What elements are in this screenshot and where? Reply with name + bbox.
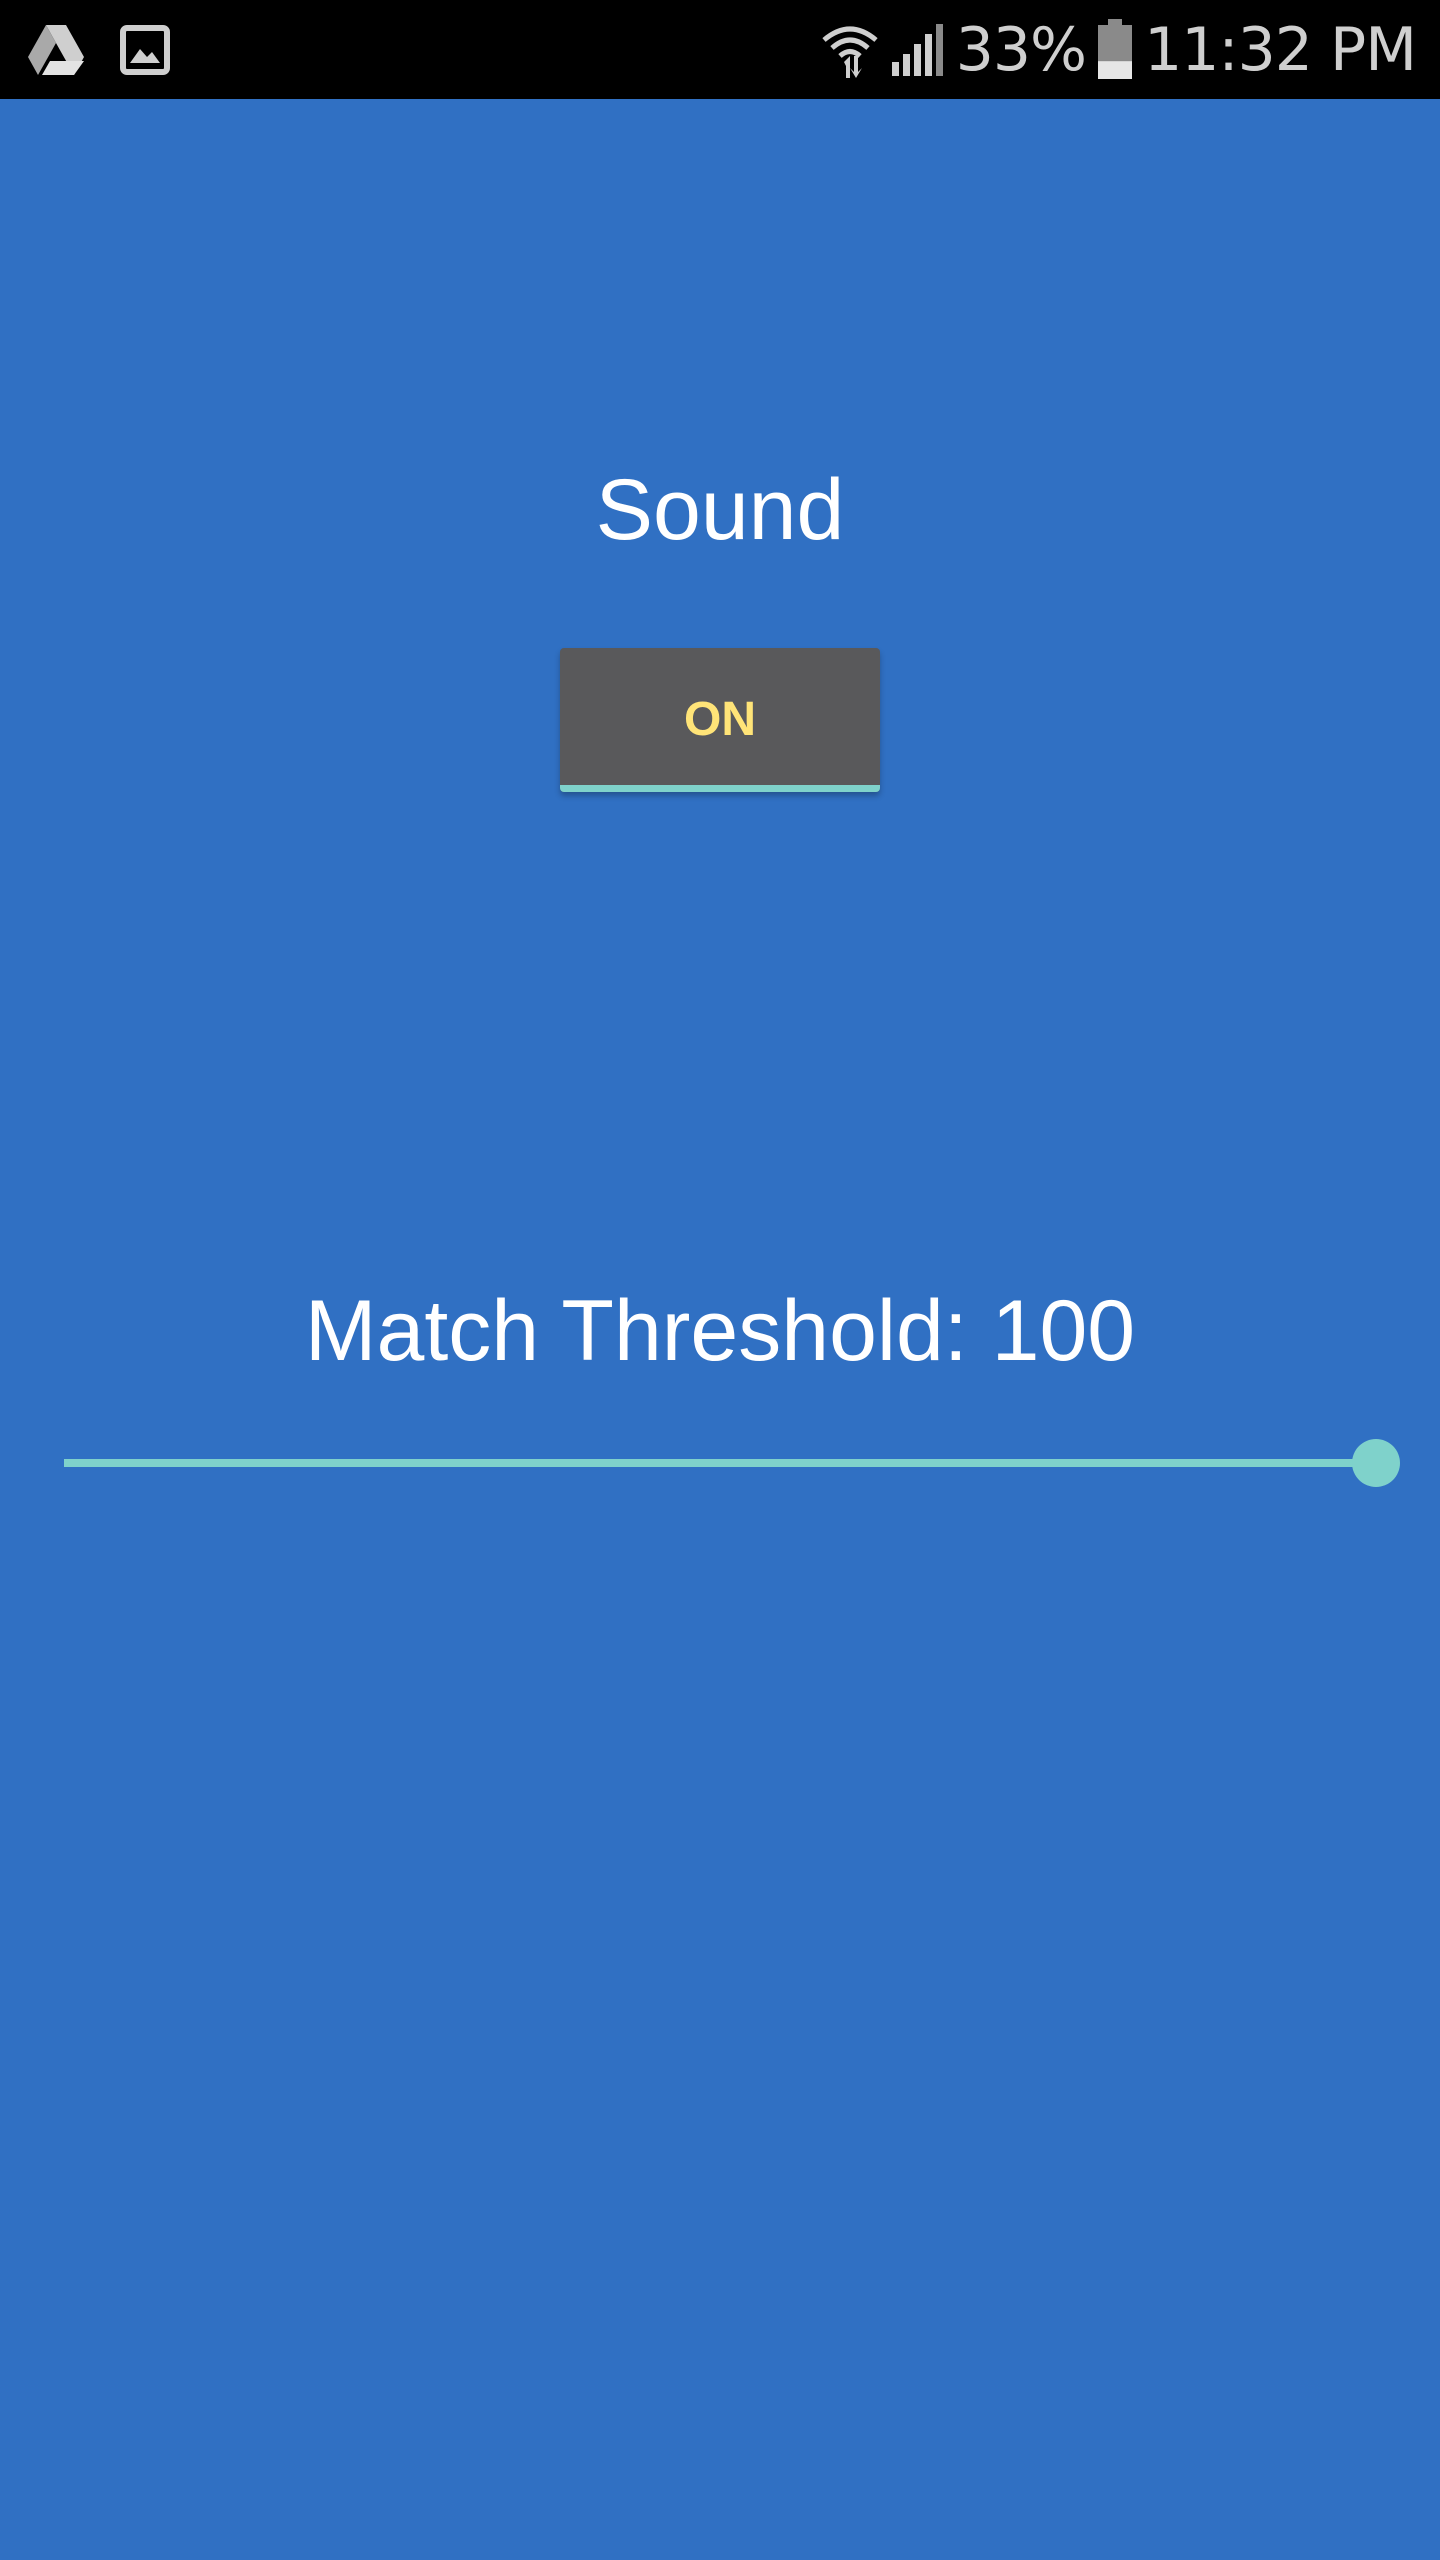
sound-toggle-button[interactable]: ON (560, 648, 880, 792)
clock: 11:32 PM (1144, 14, 1417, 85)
google-drive-icon (28, 25, 84, 75)
status-bar-right: 33% 11:32 PM (820, 0, 1417, 99)
slider-fill (64, 1459, 1376, 1467)
match-threshold-slider[interactable] (64, 1430, 1400, 1496)
wifi-icon (820, 20, 880, 80)
signal-icon (890, 22, 946, 78)
sound-toggle-label: ON (684, 693, 756, 746)
battery-icon (1096, 18, 1134, 81)
sound-title: Sound (595, 462, 845, 558)
status-bar: 33% 11:32 PM (0, 0, 1440, 99)
toggle-on-indicator (560, 785, 880, 792)
match-threshold-label: Match Threshold: 100 (304, 1283, 1136, 1379)
status-bar-left (28, 18, 170, 82)
slider-thumb[interactable] (1352, 1439, 1400, 1487)
gallery-icon (120, 25, 170, 75)
battery-percent: 33% (955, 14, 1087, 85)
